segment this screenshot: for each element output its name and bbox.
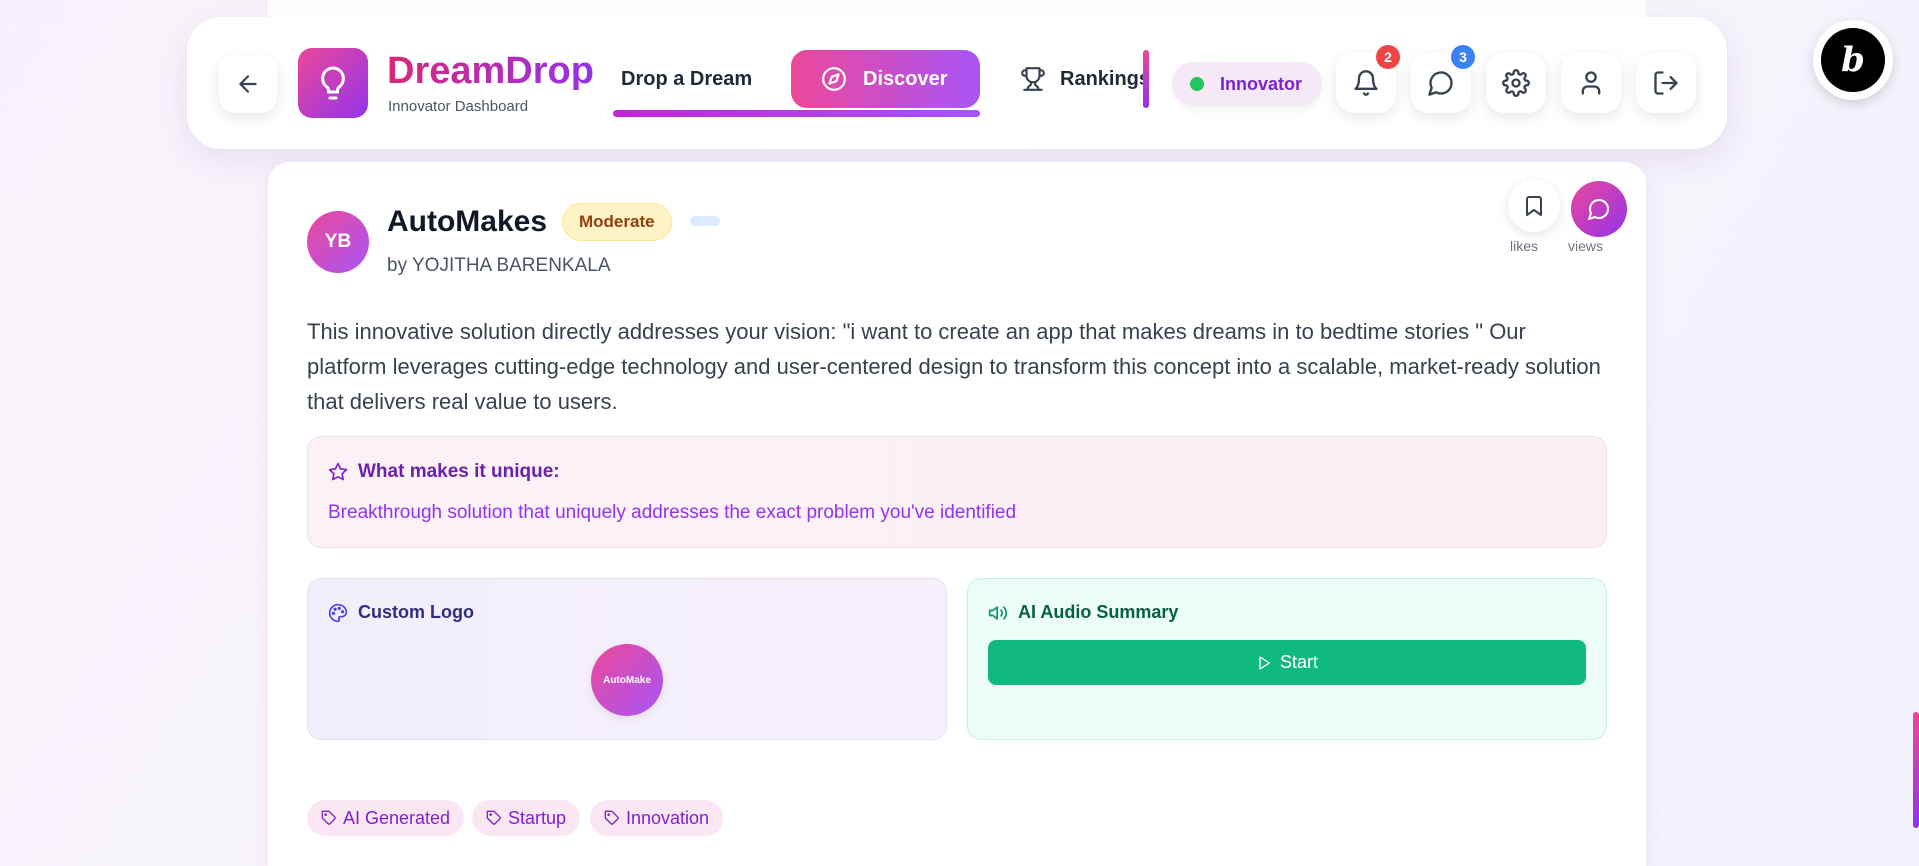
custom-logo-heading: Custom Logo xyxy=(328,602,474,623)
tab-label: Discover xyxy=(863,67,948,90)
scrollbar-thumb[interactable] xyxy=(1913,712,1919,828)
unique-description: Breakthrough solution that uniquely addr… xyxy=(328,502,1017,523)
trophy-icon xyxy=(1020,66,1046,92)
tag-startup[interactable]: Startup xyxy=(472,800,581,836)
brand-logo[interactable] xyxy=(298,48,368,118)
palette-icon xyxy=(328,603,348,623)
user-icon xyxy=(1577,69,1605,97)
gear-icon xyxy=(1502,69,1530,97)
idea-author: by YOJITHA BARENKALA xyxy=(387,255,611,276)
tag-icon xyxy=(486,810,502,826)
unique-heading: What makes it unique: xyxy=(328,461,560,483)
log-out-icon xyxy=(1652,69,1680,97)
logout-button[interactable] xyxy=(1636,53,1696,113)
difficulty-badge: Moderate xyxy=(562,203,672,241)
avatar: YB xyxy=(307,211,369,273)
volume-icon xyxy=(988,603,1008,623)
online-status-dot xyxy=(1190,77,1204,91)
generated-logo: AutoMake xyxy=(591,644,663,716)
bookmark-button[interactable] xyxy=(1508,180,1560,232)
tab-discover[interactable]: Discover xyxy=(791,50,980,108)
compass-icon xyxy=(821,66,847,92)
bolt-badge[interactable]: b xyxy=(1813,20,1893,100)
tag-label: Innovation xyxy=(626,807,710,828)
settings-button[interactable] xyxy=(1486,53,1546,113)
message-circle-icon xyxy=(1587,197,1611,221)
brand-name: DreamDrop xyxy=(387,50,594,92)
brand-subtitle: Innovator Dashboard xyxy=(388,98,529,115)
play-icon xyxy=(1256,655,1272,671)
messages-count-badge: 3 xyxy=(1451,45,1475,69)
role-badge[interactable]: Innovator xyxy=(1172,62,1322,106)
tag-ai-generated[interactable]: AI Generated xyxy=(307,800,465,836)
idea-description: This innovative solution directly addres… xyxy=(307,319,1601,414)
notifications-button[interactable]: 2 xyxy=(1336,45,1400,113)
custom-logo-title: Custom Logo xyxy=(358,602,474,622)
idea-title: AutoMakes xyxy=(387,205,548,238)
bell-icon xyxy=(1352,69,1380,97)
tab-rankings[interactable]: Rankings xyxy=(990,50,1146,108)
messages-button[interactable]: 3 xyxy=(1411,45,1475,113)
tag-icon xyxy=(604,810,620,826)
start-label: Start xyxy=(1279,652,1318,672)
bolt-logo-icon: b xyxy=(1821,28,1885,92)
tag-icon xyxy=(321,810,337,826)
message-circle-icon xyxy=(1427,69,1455,97)
tab-drop-a-dream[interactable]: Drop a Dream xyxy=(613,50,779,108)
unique-section xyxy=(307,436,1607,548)
start-audio-button[interactable]: Start xyxy=(988,640,1586,685)
role-label: Innovator xyxy=(1220,73,1303,94)
lightbulb-icon xyxy=(315,65,351,101)
audio-summary-title: AI Audio Summary xyxy=(1018,602,1179,622)
chat-button[interactable] xyxy=(1571,181,1627,237)
tab-label: Rankings xyxy=(1060,67,1146,90)
unique-title-text: What makes it unique: xyxy=(358,461,560,482)
active-tab-indicator xyxy=(613,110,980,117)
arrow-left-icon xyxy=(235,71,261,97)
tab-label: Drop a Dream xyxy=(621,67,753,90)
bookmark-icon xyxy=(1522,194,1546,218)
tag-innovation[interactable]: Innovation xyxy=(590,800,724,836)
empty-badge xyxy=(690,216,720,226)
nav-divider xyxy=(1143,50,1149,108)
profile-button[interactable] xyxy=(1561,53,1621,113)
audio-summary-heading: AI Audio Summary xyxy=(988,602,1178,623)
likes-label: likes xyxy=(1510,238,1539,254)
notifications-count-badge: 2 xyxy=(1376,45,1400,69)
tag-label: AI Generated xyxy=(343,807,451,828)
views-label: views xyxy=(1568,238,1604,254)
tag-label: Startup xyxy=(508,807,567,828)
back-button[interactable] xyxy=(219,55,277,113)
star-icon xyxy=(328,462,348,482)
